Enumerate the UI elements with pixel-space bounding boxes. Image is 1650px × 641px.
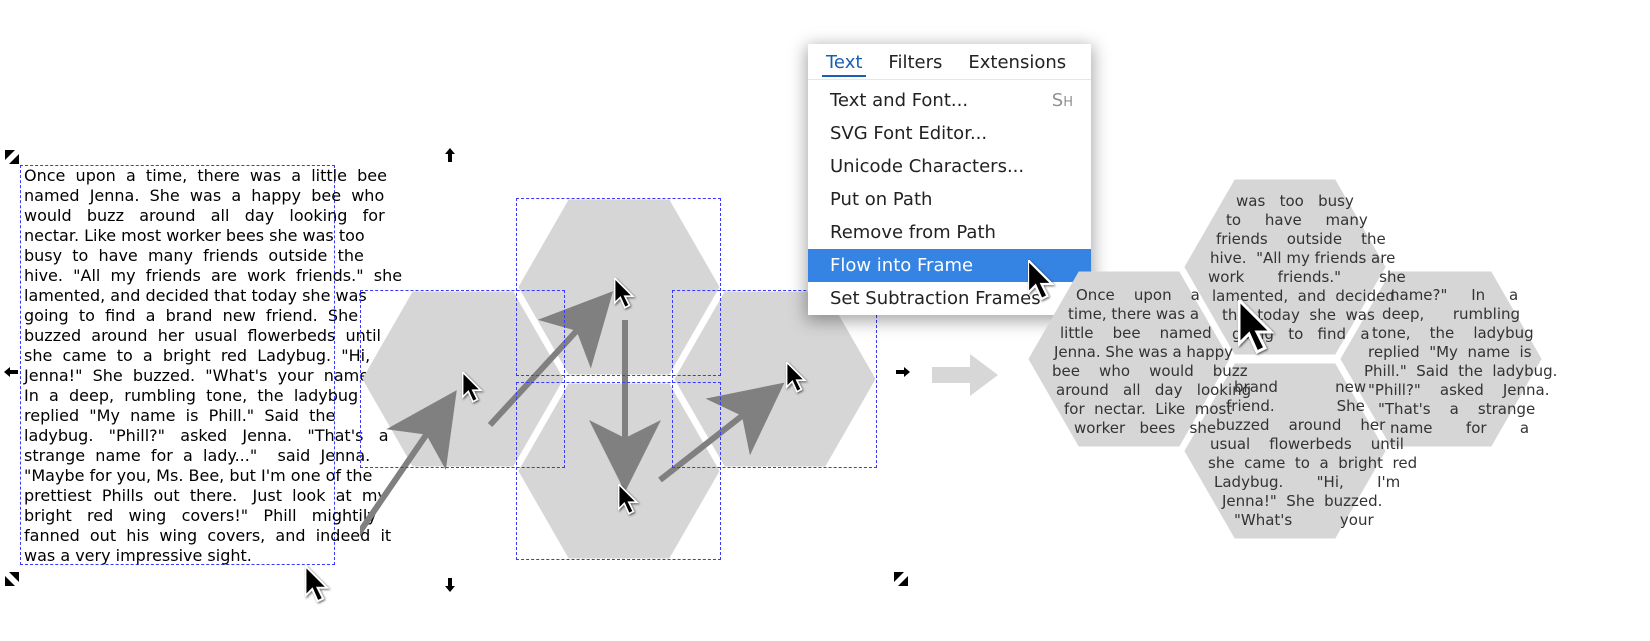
- cursor-icon: [786, 362, 810, 394]
- cursor-icon: [462, 372, 486, 404]
- scale-handle-w[interactable]: [4, 365, 18, 379]
- result-text-left: Once upon a time, there was a little bee…: [1052, 286, 1212, 438]
- menu-help[interactable]: Help: [1088, 50, 1091, 77]
- menu-extensions[interactable]: Extensions: [964, 50, 1070, 77]
- story-text-block: Once upon a time, there was a little bee…: [24, 166, 332, 566]
- cursor-icon: [614, 278, 638, 310]
- menu-item-text-and-font[interactable]: Text and Font...Sh: [808, 84, 1091, 117]
- menubar: Text Filters Extensions Help: [808, 44, 1091, 80]
- scale-handle-s[interactable]: [443, 578, 457, 592]
- hex-sel-right[interactable]: [672, 290, 877, 468]
- scale-handle-nw[interactable]: [5, 150, 19, 164]
- menu-filters[interactable]: Filters: [884, 50, 946, 77]
- menu-item-svg-font-editor[interactable]: SVG Font Editor...: [808, 117, 1091, 150]
- result-arrow-icon: [930, 350, 1000, 400]
- cursor-icon: [1238, 300, 1280, 356]
- scale-handle-sw[interactable]: [5, 572, 19, 586]
- result-text-center-bottom: brand new friend. She buzzed around her …: [1208, 378, 1368, 530]
- cursor-icon: [618, 484, 642, 516]
- result-text-center-top: was too busy to have many friends outsid…: [1208, 192, 1368, 344]
- menu-text[interactable]: Text: [822, 50, 866, 77]
- result-text-right: name?" In a deep, rumbling tone, the lad…: [1364, 286, 1524, 438]
- cursor-icon: [305, 566, 333, 604]
